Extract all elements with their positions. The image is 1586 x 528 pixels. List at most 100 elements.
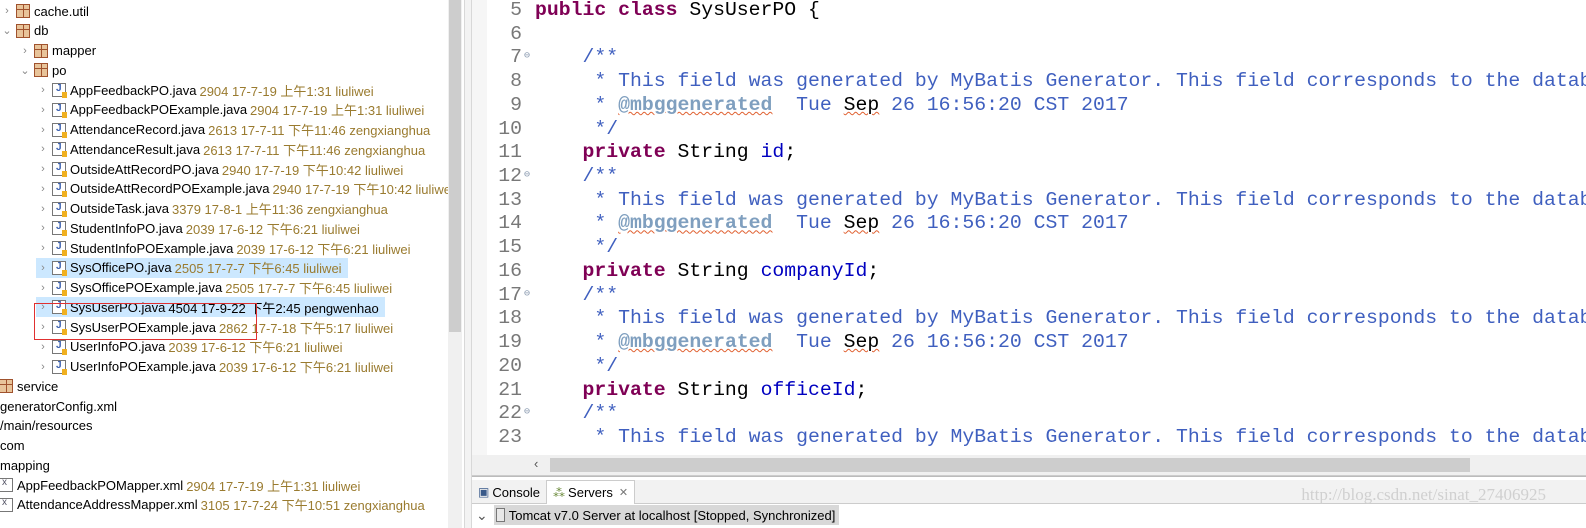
tree-item[interactable]: › OutsideTask.java3379 17-8-1 上午11:36 zen… <box>36 199 388 219</box>
tree-item-label: service <box>17 378 59 394</box>
tree-item[interactable]: › SysOfficePOExample.java2505 17-7-7 下午6:… <box>36 278 392 298</box>
tree-item-meta: 3105 17-7-24 下午10:51 zengxianghua <box>200 498 425 514</box>
code-line[interactable]: 20 */ <box>472 354 1586 378</box>
code-line[interactable]: 21 private String officeId; <box>472 378 1586 402</box>
tree-item[interactable]: › AttendanceRecord.java2613 17-7-11 下午11:… <box>36 120 430 140</box>
package-icon <box>16 4 30 18</box>
tab-console[interactable]: ▣ Console <box>472 480 546 504</box>
tree-item-meta: 3379 17-8-1 上午11:36 zengxianghua <box>172 202 388 217</box>
tree-item[interactable]: › StudentInfoPO.java2039 17-6-12 下午6:21 l… <box>36 218 360 238</box>
tree-item[interactable]: › AppFeedbackPO.java2904 17-7-19 上午1:31 l… <box>36 80 373 100</box>
code-line[interactable]: 13 * This field was generated by MyBatis… <box>472 188 1586 212</box>
tree-item-label: AttendanceAddressMapper.xml <box>17 497 198 513</box>
tree-item[interactable]: › SysOfficePO.java2505 17-7-7 下午6:45 liul… <box>36 257 348 278</box>
tree-item[interactable]: /main/resources <box>0 416 92 436</box>
editor-scrollbar-thumb[interactable] <box>550 458 1470 472</box>
package-icon <box>16 23 30 38</box>
tab-servers[interactable]: ⁂ Servers ✕ <box>546 480 636 504</box>
chevron-right-icon[interactable]: › <box>18 45 32 57</box>
line-number: 11 <box>498 141 522 164</box>
tree-item[interactable]: › UserInfoPOExample.java2039 17-6-12 下午6:… <box>36 357 393 377</box>
code-line[interactable]: 22 ⊖ /** <box>472 401 1586 425</box>
code-editor[interactable]: 5 public class SysUserPO {6 7 ⊖ /** 8 * This… <box>472 0 1586 476</box>
chevron-right-icon[interactable]: › <box>36 203 50 215</box>
chevron-right-icon[interactable]: › <box>36 341 50 353</box>
chevron-right-icon[interactable]: › <box>36 84 50 96</box>
tree-item[interactable]: › mapper <box>18 41 96 61</box>
tree-item[interactable]: AttendanceAddressMapper.xml3105 17-7-24 … <box>0 495 425 515</box>
code-line[interactable]: 5 public class SysUserPO { <box>472 0 1586 22</box>
code-line[interactable]: 17 ⊖ /** <box>472 283 1586 307</box>
code-line[interactable]: 8 * This field was generated by MyBatis … <box>472 69 1586 93</box>
code-line[interactable]: 23 * This field was generated by MyBatis… <box>472 425 1586 449</box>
tree-item[interactable]: AppFeedbackPOMapper.xml2904 17-7-19 上午1:… <box>0 475 360 495</box>
package-explorer: ›cache.util⌄db›mapper⌄po›AppFeedbackPO.j… <box>0 0 464 528</box>
chevron-right-icon[interactable]: › <box>36 361 50 373</box>
code-line[interactable]: 7 ⊖ /** <box>472 45 1586 69</box>
code-line[interactable]: 12 ⊖ /** <box>472 164 1586 188</box>
tree-item[interactable]: › OutsideAttRecordPOExample.java2940 17-7… <box>36 179 454 199</box>
code-token: String <box>677 378 761 401</box>
chevron-right-icon[interactable]: › <box>36 183 50 195</box>
panel-divider[interactable] <box>464 0 472 528</box>
code-token: ; <box>867 259 880 282</box>
code-line[interactable]: 18 * This field was generated by MyBatis… <box>472 306 1586 330</box>
editor-horizontal-scrollbar[interactable]: ‹ <box>472 455 1586 475</box>
tree-item[interactable]: › OutsideAttRecordPO.java2940 17-7-19 下午1… <box>36 159 403 179</box>
tree-item[interactable]: › AppFeedbackPOExample.java2904 17-7-19 上… <box>36 100 424 120</box>
close-tab-icon[interactable]: ✕ <box>619 486 628 499</box>
tree-item[interactable]: ⌄ po <box>18 60 66 80</box>
code-line[interactable]: 10 */ <box>472 117 1586 141</box>
tree-item[interactable]: ⌄ db <box>0 21 48 41</box>
line-number: 6 <box>510 22 522 45</box>
server-row[interactable]: ⌄ Tomcat v7.0 Server at localhost [Stopp… <box>476 505 840 525</box>
tree-item-label: OutsideAttRecordPOExample.java <box>70 181 270 197</box>
chevron-right-icon[interactable]: › <box>36 282 50 294</box>
chevron-right-icon[interactable]: › <box>36 242 50 254</box>
tree-item[interactable]: com <box>0 436 25 456</box>
java-file-icon <box>52 241 67 256</box>
chevron-right-icon[interactable]: › <box>36 104 50 116</box>
scroll-left-arrow-icon[interactable]: ‹ <box>534 456 538 471</box>
code-line[interactable]: 6 <box>472 22 1586 46</box>
tree-item[interactable]: › AttendanceResult.java2613 17-7-11 下午11:… <box>36 139 425 159</box>
code-line[interactable]: 9 * @mbggenerated Tue Sep 26 16:56:20 CS… <box>472 93 1586 117</box>
code-text: * @mbggenerated Tue Sep 26 16:56:20 CST … <box>535 211 1128 235</box>
fold-toggle-icon[interactable]: ⊖ <box>524 408 530 418</box>
tree-item-meta: 2039 17-6-12 下午6:21 liuliwei <box>218 360 394 375</box>
tree-item[interactable]: service <box>0 376 58 396</box>
fold-toggle-icon[interactable]: ⊖ <box>524 52 530 62</box>
code-line[interactable]: 15 */ <box>472 235 1586 259</box>
code-line[interactable]: 19 * @mbggenerated Tue Sep 26 16:56:20 C… <box>472 330 1586 354</box>
code-text: * This field was generated by MyBatis Ge… <box>535 69 1586 93</box>
tree-item-label: StudentInfoPO.java <box>70 220 183 236</box>
tree-item[interactable]: › cache.util <box>0 1 89 21</box>
code-line[interactable]: 11 private String id; <box>472 140 1586 164</box>
code-line[interactable]: 16 private String companyId; <box>472 259 1586 283</box>
java-file-icon <box>52 339 67 355</box>
java-file-icon <box>52 280 67 296</box>
chevron-right-icon[interactable]: › <box>36 262 50 274</box>
tree-item[interactable]: › StudentInfoPOExample.java2039 17-6-12 下… <box>36 238 410 258</box>
server-icon <box>495 508 505 522</box>
chevron-down-icon[interactable]: ⌄ <box>0 24 14 37</box>
chevron-right-icon[interactable]: › <box>0 5 14 17</box>
code-token: * This field was generated by MyBatis Ge… <box>594 188 1586 211</box>
code-line[interactable]: 14 * @mbggenerated Tue Sep 26 16:56:20 C… <box>472 211 1586 235</box>
chevron-right-icon[interactable]: › <box>36 222 50 234</box>
explorer-scrollbar-thumb[interactable] <box>449 0 461 332</box>
chevron-down-icon[interactable]: ⌄ <box>18 64 32 77</box>
expand-chevron-icon[interactable]: ⌄ <box>476 507 488 524</box>
code-token: * This field was generated by MyBatis Ge… <box>594 425 1586 448</box>
fold-toggle-icon[interactable]: ⊖ <box>524 171 530 181</box>
chevron-right-icon[interactable]: › <box>36 124 50 136</box>
chevron-right-icon[interactable]: › <box>36 143 50 155</box>
code-token: /** <box>535 165 619 188</box>
line-number: 18 <box>498 307 522 330</box>
chevron-right-icon[interactable]: › <box>36 163 50 175</box>
tree-item[interactable]: mapping <box>0 455 50 475</box>
tree-item-label: AppFeedbackPOExample.java <box>70 102 248 118</box>
fold-toggle-icon[interactable]: ⊖ <box>524 289 530 300</box>
tree-item[interactable]: generatorConfig.xml <box>0 396 117 416</box>
server-item[interactable]: Tomcat v7.0 Server at localhost [Stopped… <box>493 505 840 525</box>
